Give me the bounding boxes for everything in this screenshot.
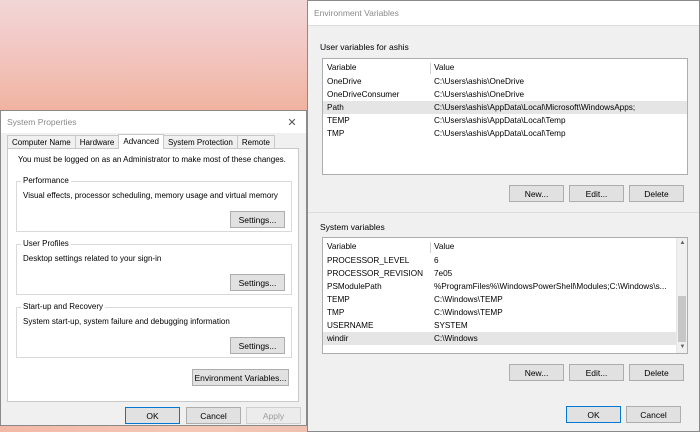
table-row[interactable]: TEMP C:\Users\ashis\AppData\Local\Temp	[323, 114, 687, 127]
value-cell: C:\Users\ashis\AppData\Local\Microsoft\W…	[434, 103, 636, 112]
environment-variables-window: Environment Variables User variables for…	[307, 0, 700, 432]
performance-label: Performance	[21, 176, 71, 185]
variable-cell: OneDrive	[327, 77, 362, 86]
column-value[interactable]: Value	[434, 240, 454, 253]
close-icon[interactable]: ✕	[284, 114, 300, 130]
table-row[interactable]: PROCESSOR_LEVEL 6	[323, 254, 687, 267]
variable-cell: windir	[327, 334, 349, 343]
cancel-button[interactable]: Cancel	[186, 407, 241, 424]
table-row[interactable]: TMP C:\Users\ashis\AppData\Local\Temp	[323, 127, 687, 140]
column-separator	[430, 63, 431, 74]
system-edit-button[interactable]: Edit...	[569, 364, 624, 381]
section-divider	[308, 212, 699, 213]
scroll-up-icon[interactable]: ▲	[678, 239, 687, 248]
startup-recovery-settings-button[interactable]: Settings...	[230, 337, 285, 354]
variable-cell: Path	[327, 103, 344, 112]
tab-hardware[interactable]: Hardware	[74, 135, 120, 149]
variable-cell: USERNAME	[327, 321, 374, 330]
tab-advanced[interactable]: Advanced	[118, 134, 164, 149]
variable-cell: PROCESSOR_LEVEL	[327, 256, 410, 265]
value-cell: 6	[434, 256, 439, 265]
tab-computer-name[interactable]: Computer Name	[7, 135, 76, 149]
startup-recovery-description: System start-up, system failure and debu…	[23, 317, 230, 326]
tab-remote[interactable]: Remote	[236, 135, 275, 149]
user-profiles-description: Desktop settings related to your sign-in	[23, 254, 162, 263]
table-row[interactable]: PROCESSOR_REVISION 7e05	[323, 267, 687, 280]
value-cell: C:\Users\ashis\AppData\Local\Temp	[434, 116, 566, 125]
value-cell: C:\Windows\TEMP	[434, 295, 503, 304]
list-header: Variable Value	[323, 61, 687, 74]
column-separator	[430, 242, 431, 253]
title-divider	[308, 25, 699, 26]
environment-variables-button[interactable]: Environment Variables...	[192, 369, 289, 386]
user-edit-button[interactable]: Edit...	[569, 185, 624, 202]
user-profiles-label: User Profiles	[21, 239, 71, 248]
value-cell: C:\Users\ashis\OneDrive	[434, 90, 525, 99]
ok-button[interactable]: OK	[125, 407, 180, 424]
user-variables-list[interactable]: Variable Value OneDrive C:\Users\ashis\O…	[322, 58, 688, 175]
user-profiles-group: User Profiles Desktop settings related t…	[16, 239, 292, 295]
system-properties-window: System Properties ✕ Computer Name Hardwa…	[0, 110, 307, 426]
window-title: System Properties	[7, 117, 77, 127]
table-row[interactable]: TMP C:\Windows\TEMP	[323, 306, 687, 319]
table-row-selected[interactable]: Path C:\Users\ashis\AppData\Local\Micros…	[323, 101, 687, 114]
column-variable[interactable]: Variable	[327, 240, 356, 253]
value-cell: SYSTEM	[434, 321, 468, 330]
admin-note: You must be logged on as an Administrato…	[18, 155, 286, 164]
table-row[interactable]: OneDriveConsumer C:\Users\ashis\OneDrive	[323, 88, 687, 101]
value-cell: C:\Windows	[434, 334, 478, 343]
variable-cell: OneDriveConsumer	[327, 90, 400, 99]
desktop-background	[0, 0, 308, 110]
variable-cell: TEMP	[327, 295, 350, 304]
variable-cell: TMP	[327, 308, 345, 317]
system-variables-list[interactable]: Variable Value PROCESSOR_LEVEL 6 PROCESS…	[322, 237, 688, 354]
column-variable[interactable]: Variable	[327, 61, 356, 74]
startup-recovery-group: Start-up and Recovery System start-up, s…	[16, 302, 292, 358]
performance-description: Visual effects, processor scheduling, me…	[23, 191, 278, 200]
value-cell: C:\Windows\TEMP	[434, 308, 503, 317]
apply-button[interactable]: Apply	[246, 407, 301, 424]
startup-recovery-label: Start-up and Recovery	[21, 302, 106, 311]
performance-group: Performance Visual effects, processor sc…	[16, 176, 292, 232]
table-row[interactable]: OneDrive C:\Users\ashis\OneDrive	[323, 75, 687, 88]
ok-button[interactable]: OK	[566, 406, 621, 423]
column-value[interactable]: Value	[434, 61, 454, 74]
value-cell: C:\Users\ashis\AppData\Local\Temp	[434, 129, 566, 138]
variable-cell: TEMP	[327, 116, 350, 125]
advanced-tab-panel: You must be logged on as an Administrato…	[7, 148, 299, 402]
system-delete-button[interactable]: Delete	[629, 364, 684, 381]
cancel-button[interactable]: Cancel	[626, 406, 681, 423]
table-row[interactable]: PSModulePath %ProgramFiles%\WindowsPower…	[323, 280, 687, 293]
scroll-thumb[interactable]	[678, 296, 686, 342]
system-variables-label: System variables	[320, 222, 385, 232]
variable-cell: PSModulePath	[327, 282, 382, 291]
tab-system-protection[interactable]: System Protection	[162, 135, 238, 149]
table-row[interactable]: USERNAME SYSTEM	[323, 319, 687, 332]
variable-cell: PROCESSOR_REVISION	[327, 269, 423, 278]
system-new-button[interactable]: New...	[509, 364, 564, 381]
tab-bar: Computer Name Hardware Advanced System P…	[7, 134, 275, 149]
environment-variables-titlebar[interactable]: Environment Variables	[308, 1, 699, 25]
scroll-down-icon[interactable]: ▼	[678, 343, 687, 352]
value-cell: 7e05	[434, 269, 453, 278]
user-variables-label: User variables for ashis	[320, 42, 409, 52]
user-profiles-settings-button[interactable]: Settings...	[230, 274, 285, 291]
list-header: Variable Value	[323, 240, 687, 253]
value-cell: %ProgramFiles%\WindowsPowerShell\Modules…	[434, 282, 667, 291]
table-row[interactable]: TEMP C:\Windows\TEMP	[323, 293, 687, 306]
performance-settings-button[interactable]: Settings...	[230, 211, 285, 228]
user-delete-button[interactable]: Delete	[629, 185, 684, 202]
value-cell: C:\Users\ashis\OneDrive	[434, 77, 525, 86]
system-properties-titlebar[interactable]: System Properties ✕	[1, 111, 306, 133]
system-variables-scrollbar[interactable]: ▲ ▼	[676, 238, 687, 353]
user-new-button[interactable]: New...	[509, 185, 564, 202]
table-row-selected[interactable]: windir C:\Windows	[323, 332, 687, 345]
window-title: Environment Variables	[314, 8, 399, 18]
variable-cell: TMP	[327, 129, 345, 138]
